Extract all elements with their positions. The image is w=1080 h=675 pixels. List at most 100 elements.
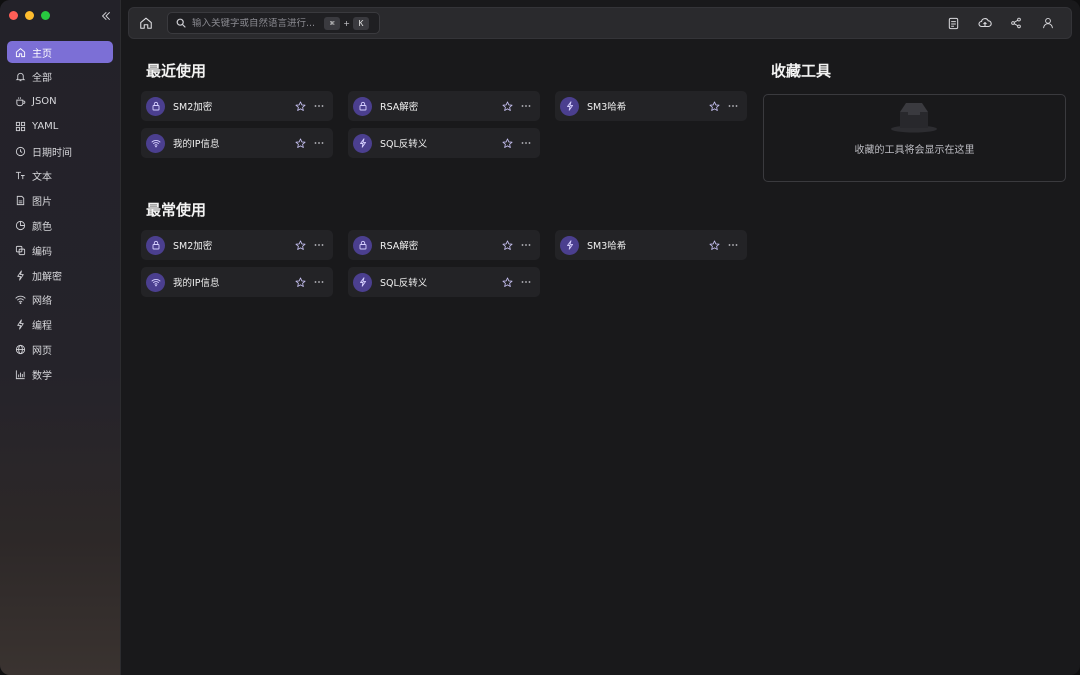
more-icon[interactable] <box>728 240 738 250</box>
more-icon[interactable] <box>314 101 324 111</box>
more-icon[interactable] <box>521 101 531 111</box>
lock-icon <box>353 96 372 116</box>
top-bar: ⌘ + K <box>128 7 1072 39</box>
sidebar-item-label: 编程 <box>32 321 52 333</box>
history-button[interactable] <box>945 15 961 31</box>
collapse-sidebar-button[interactable] <box>99 9 113 23</box>
sidebar-item-image[interactable]: 图片 <box>7 190 113 212</box>
star-icon[interactable] <box>295 277 306 288</box>
more-icon[interactable] <box>521 138 531 148</box>
bolt-icon <box>353 272 372 292</box>
sidebar-item-label: 日期时间 <box>32 147 72 159</box>
sidebar-item-json[interactable]: JSON <box>7 91 113 113</box>
sidebar-item-web[interactable]: 网页 <box>7 339 113 361</box>
user-icon <box>1042 17 1053 29</box>
sidebar-item-text[interactable]: 文本 <box>7 165 113 187</box>
sidebar-item-label: 颜色 <box>32 222 52 234</box>
share-button[interactable] <box>1008 15 1024 31</box>
zoom-window-button[interactable] <box>41 11 50 20</box>
lock-icon <box>146 96 165 116</box>
shortcut-key-cmd: ⌘ <box>324 17 341 30</box>
sidebar-item-home[interactable]: 主页 <box>7 41 113 63</box>
sidebar-item-label: 全部 <box>32 73 52 85</box>
sidebar-item-programming[interactable]: 编程 <box>7 314 113 336</box>
frequent-section-title: 最常使用 <box>146 201 207 219</box>
top-actions <box>945 15 1071 31</box>
favorites-panel: 收藏的工具将会显示在这里 <box>763 94 1066 182</box>
tool-card[interactable]: SM3哈希 <box>555 91 747 121</box>
sidebar-item-label: 编码 <box>32 246 52 258</box>
star-icon[interactable] <box>502 101 513 112</box>
tool-card[interactable]: SQL反转义 <box>348 267 540 297</box>
tool-card[interactable]: 我的IP信息 <box>141 128 333 158</box>
app-window: 主页 全部 JSON YAML 日期时间 文本 图片 颜色 编码 加解密 网络 … <box>0 0 1080 675</box>
tool-card-label: RSA解密 <box>380 102 419 113</box>
bolt-icon <box>560 235 579 255</box>
minimize-window-button[interactable] <box>25 11 34 20</box>
sidebar-item-network[interactable]: 网络 <box>7 289 113 311</box>
home-button[interactable] <box>138 15 154 31</box>
more-icon[interactable] <box>314 240 324 250</box>
text-icon <box>15 170 26 181</box>
star-icon[interactable] <box>709 240 720 251</box>
wifi-icon <box>15 294 26 305</box>
sidebar-item-yaml[interactable]: YAML <box>7 115 113 137</box>
cloud-icon <box>977 18 992 28</box>
tool-card-label: SQL反转义 <box>380 139 428 150</box>
home-icon <box>140 17 152 29</box>
pie-icon <box>15 220 26 231</box>
more-icon[interactable] <box>521 277 531 287</box>
more-icon[interactable] <box>521 240 531 250</box>
lock-icon <box>353 235 372 255</box>
tool-card-label: RSA解密 <box>380 241 419 252</box>
sidebar-item-label: 文本 <box>32 172 52 184</box>
chevrons-left-icon <box>102 12 110 20</box>
cloud-sync-button[interactable] <box>977 15 993 31</box>
recent-section-title: 最近使用 <box>146 62 207 80</box>
tool-card[interactable]: 我的IP信息 <box>141 267 333 297</box>
star-icon[interactable] <box>502 277 513 288</box>
tool-card[interactable]: SM3哈希 <box>555 230 747 260</box>
globe-icon <box>15 344 26 355</box>
search-input[interactable] <box>192 17 322 29</box>
sidebar-item-encoding[interactable]: 编码 <box>7 239 113 261</box>
star-icon[interactable] <box>709 101 720 112</box>
sidebar-item-crypto[interactable]: 加解密 <box>7 264 113 286</box>
main-content: ⌘ + K 最近使用 <box>121 0 1080 675</box>
tool-card[interactable]: SM2加密 <box>141 230 333 260</box>
more-icon[interactable] <box>728 101 738 111</box>
star-icon[interactable] <box>295 240 306 251</box>
sidebar-item-all[interactable]: 全部 <box>7 66 113 88</box>
tool-card-label: SQL反转义 <box>380 278 428 289</box>
sidebar-item-color[interactable]: 颜色 <box>7 215 113 237</box>
sidebar-item-math[interactable]: 数学 <box>7 363 113 385</box>
bar-chart-icon <box>15 369 26 380</box>
star-icon[interactable] <box>295 138 306 149</box>
lock-icon <box>146 235 165 255</box>
sidebar-item-label: 数学 <box>32 370 52 382</box>
user-account-button[interactable] <box>1040 15 1056 31</box>
bolt-icon <box>15 319 26 330</box>
star-icon[interactable] <box>502 240 513 251</box>
sidebar-item-label: JSON <box>32 96 57 108</box>
tool-card[interactable]: SM2加密 <box>141 91 333 121</box>
tool-card[interactable]: RSA解密 <box>348 91 540 121</box>
search-shortcut-hint: ⌘ + K <box>324 17 369 30</box>
tool-card[interactable]: SQL反转义 <box>348 128 540 158</box>
home-icon <box>15 47 26 58</box>
more-icon[interactable] <box>314 138 324 148</box>
star-icon[interactable] <box>295 101 306 112</box>
close-window-button[interactable] <box>9 11 18 20</box>
bolt-icon <box>15 270 26 281</box>
tool-card-label: 我的IP信息 <box>173 139 220 150</box>
sidebar-nav: 主页 全部 JSON YAML 日期时间 文本 图片 颜色 编码 加解密 网络 … <box>7 41 113 388</box>
search-icon <box>176 18 186 28</box>
clock-icon <box>15 146 26 157</box>
star-icon[interactable] <box>502 138 513 149</box>
sidebar-item-datetime[interactable]: 日期时间 <box>7 140 113 162</box>
bolt-icon <box>353 133 372 153</box>
tool-card[interactable]: RSA解密 <box>348 230 540 260</box>
search-box[interactable]: ⌘ + K <box>167 12 380 34</box>
more-icon[interactable] <box>314 277 324 287</box>
grid-icon <box>15 121 26 132</box>
